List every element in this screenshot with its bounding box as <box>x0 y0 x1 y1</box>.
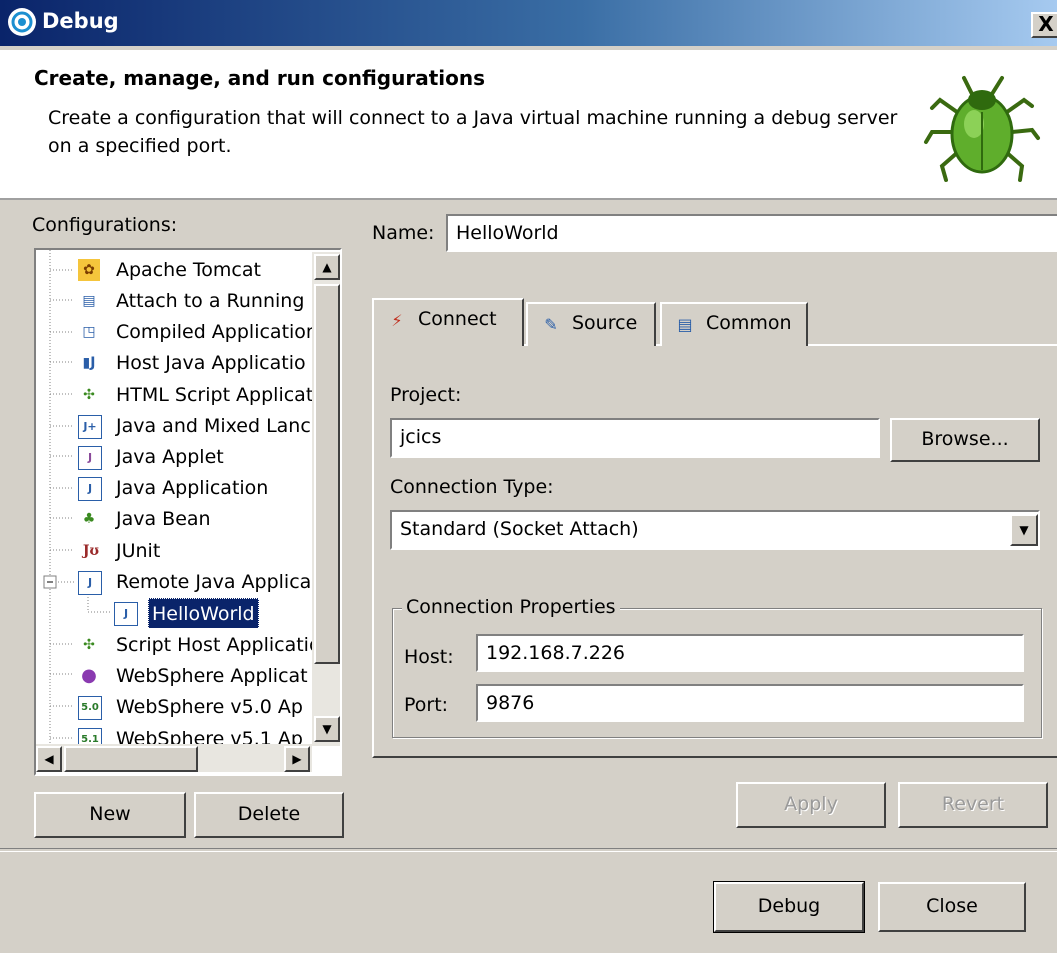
scroll-down-button[interactable]: ▼ <box>314 716 340 742</box>
host-field[interactable]: 192.168.7.226 <box>476 634 1024 672</box>
tree-item-remote-java[interactable]: J Remote Java Applica <box>38 567 318 597</box>
remote-config-icon: J <box>114 602 138 626</box>
tab-source[interactable]: ✎ Source <box>526 302 656 346</box>
tree-item-label: Host Java Applicatio <box>116 352 306 374</box>
debug-app-icon <box>8 8 36 36</box>
tab-connect[interactable]: ⚡ Connect <box>372 298 524 346</box>
source-icon: ✎ <box>544 315 558 334</box>
close-window-button[interactable]: X <box>1031 12 1057 38</box>
name-field[interactable]: HelloWorld <box>446 214 1057 252</box>
configurations-label: Configurations: <box>32 214 178 236</box>
new-button[interactable]: New <box>34 792 186 838</box>
project-field[interactable]: jcics <box>390 418 880 458</box>
banner-title: Create, manage, and run configurations <box>34 66 485 90</box>
tree-item-script-host[interactable]: ✣ Script Host Applicatio <box>38 630 318 660</box>
project-label: Project: <box>390 384 462 406</box>
tree-item-compiled-application[interactable]: ◳ Compiled Application <box>38 317 318 347</box>
connection-type-value: Standard (Socket Attach) <box>400 518 639 540</box>
tree-item-host-java[interactable]: ▮J Host Java Applicatio <box>38 348 318 378</box>
tab-label: Connect <box>418 308 497 330</box>
horizontal-scroll-thumb[interactable] <box>64 746 198 772</box>
tree-item-helloworld[interactable]: J HelloWorld <box>38 598 318 628</box>
tab-label: Common <box>706 312 792 334</box>
delete-button[interactable]: Delete <box>194 792 344 838</box>
name-label: Name: <box>372 222 435 244</box>
revert-button[interactable]: Revert <box>898 782 1048 828</box>
tree-item-junit[interactable]: Jʊ JUnit <box>38 536 318 566</box>
tab-label: Source <box>572 312 638 334</box>
tree-item-label-selected: HelloWorld <box>148 598 259 628</box>
remote-java-icon: J <box>78 571 102 595</box>
scroll-up-button[interactable]: ▲ <box>314 254 340 280</box>
websphere-icon: ● <box>81 665 97 686</box>
tree-item-label: JUnit <box>116 540 161 562</box>
tree-item-label: Attach to a Running <box>116 290 305 312</box>
attach-icon: ▤ <box>82 293 96 309</box>
common-icon: ▤ <box>677 315 693 334</box>
tree-item-label: WebSphere Applicat <box>116 665 308 687</box>
tree-item-java-bean[interactable]: ♣ Java Bean <box>38 504 318 534</box>
footer-separator <box>0 848 1057 852</box>
junit-icon: Jʊ <box>82 543 100 559</box>
tree-item-attach-running[interactable]: ▤ Attach to a Running <box>38 286 318 316</box>
compiled-app-icon: ◳ <box>82 324 96 340</box>
tree-item-java-mixed[interactable]: J+ Java and Mixed Lanc <box>38 411 318 441</box>
tomcat-icon: ✿ <box>78 259 100 281</box>
script-host-icon: ✣ <box>83 637 95 653</box>
title-bar[interactable] <box>0 0 1057 46</box>
tree-item-java-application[interactable]: J Java Application <box>38 473 318 503</box>
connection-type-select[interactable]: Standard (Socket Attach) <box>390 510 1040 550</box>
java-applet-icon: J <box>78 446 102 470</box>
tree-item-label: HTML Script Applicat <box>116 384 314 406</box>
port-field[interactable]: 9876 <box>476 684 1024 722</box>
debug-button[interactable]: Debug <box>713 881 865 933</box>
tree-item-label: Compiled Application <box>116 321 318 343</box>
tree-item-label: Script Host Applicatio <box>116 634 318 656</box>
bug-icon <box>922 72 1042 190</box>
close-button[interactable]: Close <box>878 882 1026 932</box>
connection-properties-label: Connection Properties <box>402 596 620 618</box>
apply-button[interactable]: Apply <box>736 782 886 828</box>
tree-item-label: Java Applet <box>116 446 224 468</box>
tree-item-apache-tomcat[interactable]: ✿ Apache Tomcat <box>38 255 318 285</box>
java-application-icon: J <box>78 477 102 501</box>
html-script-icon: ✣ <box>83 387 95 403</box>
host-label: Host: <box>404 646 454 668</box>
vertical-scroll-thumb[interactable] <box>314 284 340 664</box>
scroll-left-button[interactable]: ◀ <box>36 746 62 772</box>
tab-common[interactable]: ▤ Common <box>660 302 808 346</box>
tree-item-html-script[interactable]: ✣ HTML Script Applicat <box>38 380 318 410</box>
port-label: Port: <box>404 694 449 716</box>
dropdown-arrow-icon[interactable]: ▼ <box>1010 514 1038 546</box>
java-mixed-icon: J+ <box>78 415 102 439</box>
tree-item-label: Java and Mixed Lanc <box>116 415 311 437</box>
connection-type-label: Connection Type: <box>390 476 554 498</box>
banner-description: Create a configuration that will connect… <box>48 107 898 157</box>
scroll-right-button[interactable]: ▶ <box>284 746 310 772</box>
tree-item-label: Remote Java Applica <box>116 571 312 593</box>
window-title: Debug <box>42 9 119 33</box>
tree-item-websphere-50[interactable]: 5.0 WebSphere v5.0 Ap <box>38 692 318 722</box>
websphere-50-icon: 5.0 <box>78 696 102 720</box>
tree-item-label: Java Application <box>116 477 269 499</box>
tree-item-label: Apache Tomcat <box>116 259 261 281</box>
tree-item-label: WebSphere v5.0 Ap <box>116 696 303 718</box>
tree-item-label: Java Bean <box>116 508 211 530</box>
connect-icon: ⚡ <box>391 311 403 330</box>
browse-button[interactable]: Browse... <box>890 418 1040 462</box>
host-java-icon: ▮J <box>82 355 96 371</box>
tree-item-java-applet[interactable]: J Java Applet <box>38 442 318 472</box>
configurations-tree[interactable]: ✿ Apache Tomcat ▤ Attach to a Running ◳ … <box>34 248 342 776</box>
tree-item-websphere[interactable]: ● WebSphere Applicat <box>38 661 318 691</box>
java-bean-icon: ♣ <box>82 511 96 527</box>
